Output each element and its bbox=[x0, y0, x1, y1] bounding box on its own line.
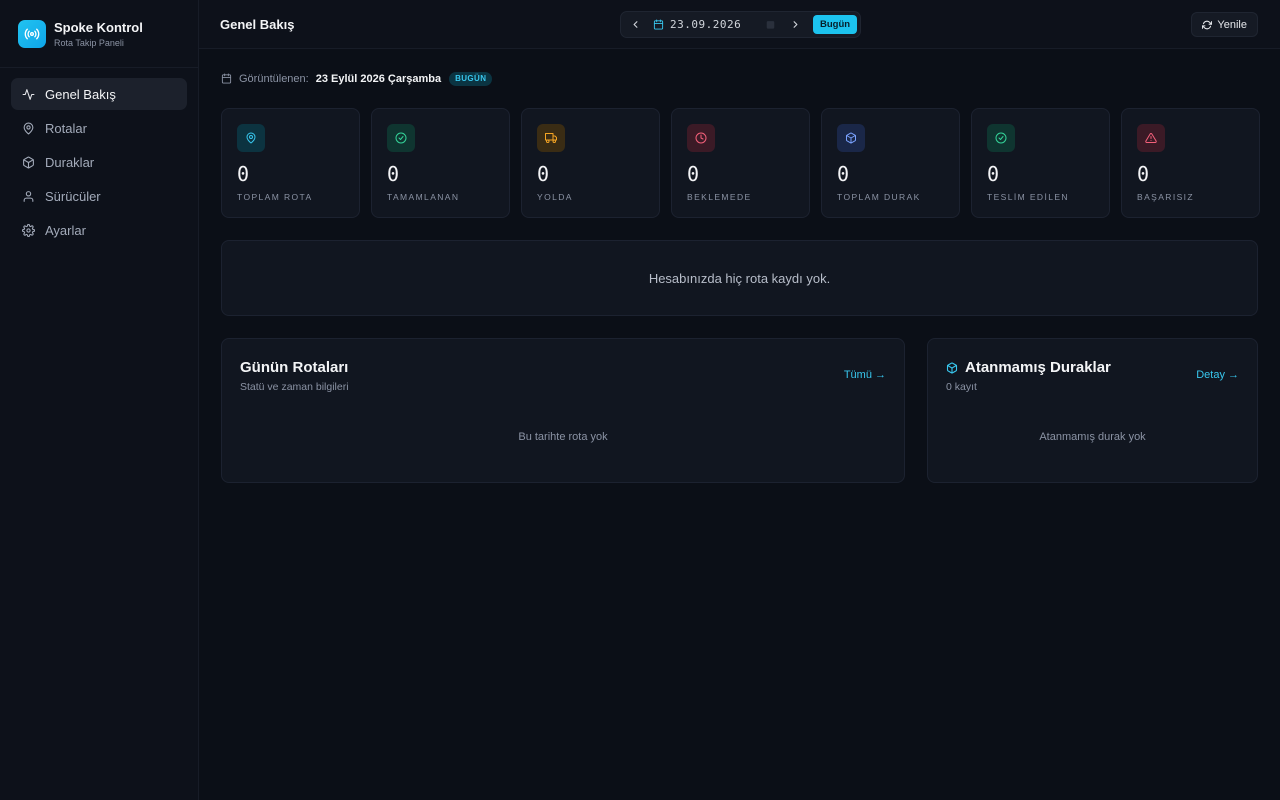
stat-label: BEKLEMEDE bbox=[687, 192, 752, 202]
stat-card-tamamlanan: 0 TAMAMLANAN bbox=[371, 108, 510, 218]
sidebar-item-genel-bakis[interactable]: Genel Bakış bbox=[11, 78, 187, 110]
panel-subtitle: 0 kayıt bbox=[946, 381, 977, 393]
empty-state-text: Atanmamış durak yok bbox=[1039, 431, 1146, 443]
panel-title: Atanmamış Duraklar bbox=[946, 359, 1111, 376]
stat-label: BAŞARISIZ bbox=[1137, 192, 1195, 202]
brand-name: Spoke Kontrol bbox=[54, 19, 143, 35]
sidebar-item-label: Genel Bakış bbox=[45, 86, 116, 102]
truck-icon bbox=[537, 124, 565, 152]
package-icon bbox=[837, 124, 865, 152]
stat-label: TOPLAM DURAK bbox=[837, 192, 921, 202]
stat-label: YOLDA bbox=[537, 192, 573, 202]
page-title: Genel Bakış bbox=[220, 16, 295, 32]
empty-state-banner: Hesabınızda hiç rota kaydı yok. bbox=[221, 240, 1258, 316]
check-circle-icon bbox=[387, 124, 415, 152]
brand-subtitle: Rota Takip Paneli bbox=[54, 37, 124, 48]
stat-card-toplam-rota: 0 TOPLAM ROTA bbox=[221, 108, 360, 218]
chevron-left-icon bbox=[633, 21, 637, 28]
stat-value: 0 bbox=[687, 162, 700, 186]
brand: Spoke Kontrol Rota Takip Paneli bbox=[0, 0, 198, 68]
stat-value: 0 bbox=[1137, 162, 1150, 186]
today-button[interactable]: Bugün bbox=[813, 15, 858, 34]
stats-row: 0 TOPLAM ROTA 0 TAMAMLANAN 0 YOLDA 0 BEK… bbox=[221, 108, 1260, 218]
viewing-date: 23 Eylül 2026 Çarşamba bbox=[315, 72, 442, 85]
package-icon bbox=[946, 361, 958, 374]
todays-routes-panel: Günün Rotaları Statü ve zaman bilgileri … bbox=[221, 338, 905, 483]
check-circle-icon bbox=[987, 124, 1015, 152]
broadcast-icon bbox=[18, 19, 46, 48]
user-icon bbox=[23, 190, 34, 202]
sidebar-item-duraklar[interactable]: Duraklar bbox=[11, 146, 187, 178]
stat-value: 0 bbox=[387, 162, 400, 186]
sidebar-item-label: Ayarlar bbox=[45, 222, 86, 238]
viewing-label: Görüntülenen: bbox=[239, 72, 309, 85]
sidebar-item-label: Duraklar bbox=[45, 154, 95, 170]
alert-triangle-icon bbox=[1137, 124, 1165, 152]
stat-label: TOPLAM ROTA bbox=[237, 192, 313, 202]
sidebar-item-rotalar[interactable]: Rotalar bbox=[11, 112, 187, 144]
stat-label: TESLİM EDİLEN bbox=[987, 192, 1069, 202]
sidebar-item-label: Sürücüler bbox=[45, 188, 101, 204]
today-badge: BUGÜN bbox=[449, 71, 493, 86]
panel-title-text: Atanmamış Duraklar bbox=[965, 359, 1111, 376]
stat-value: 0 bbox=[837, 162, 850, 186]
sidebar-nav: Genel Bakış Rotalar Duraklar Sürücüler A… bbox=[0, 68, 198, 258]
refresh-label: Yenile bbox=[1217, 18, 1247, 31]
chevron-right-icon bbox=[793, 21, 797, 28]
empty-state-text: Bu tarihte rota yok bbox=[518, 431, 608, 443]
stat-value: 0 bbox=[237, 162, 250, 186]
panel-title-text: Günün Rotaları bbox=[240, 359, 349, 376]
date-value: 23.09.2026 bbox=[670, 18, 742, 31]
topbar: Genel Bakış 23.09.2026 Bugün Yenile bbox=[199, 0, 1280, 49]
viewing-date-row: Görüntülenen: 23 Eylül 2026 Çarşamba BUG… bbox=[221, 70, 493, 87]
sidebar-item-label: Rotalar bbox=[45, 120, 87, 136]
stat-label: TAMAMLANAN bbox=[387, 192, 460, 202]
sidebar-item-ayarlar[interactable]: Ayarlar bbox=[11, 214, 187, 246]
activity-icon bbox=[22, 88, 35, 100]
stat-card-basarisiz: 0 BAŞARISIZ bbox=[1121, 108, 1260, 218]
stat-card-yolda: 0 YOLDA bbox=[521, 108, 660, 218]
date-navigator: 23.09.2026 Bugün bbox=[620, 11, 861, 38]
map-pin-icon bbox=[237, 124, 265, 152]
stat-card-toplam-durak: 0 TOPLAM DURAK bbox=[821, 108, 960, 218]
refresh-button[interactable]: Yenile bbox=[1191, 12, 1258, 37]
gear-icon bbox=[22, 223, 35, 237]
panel-title: Günün Rotaları bbox=[240, 359, 348, 376]
prev-day-button[interactable] bbox=[621, 12, 649, 37]
stat-card-beklemede: 0 BEKLEMEDE bbox=[671, 108, 810, 218]
panel-subtitle: Statü ve zaman bilgileri bbox=[240, 381, 349, 393]
date-picker-icon[interactable] bbox=[766, 20, 775, 29]
package-icon bbox=[23, 156, 34, 168]
next-day-button[interactable] bbox=[781, 12, 809, 37]
map-pin-icon bbox=[23, 122, 34, 134]
sidebar: Spoke Kontrol Rota Takip Paneli Genel Ba… bbox=[0, 0, 199, 800]
details-link[interactable]: Detay → bbox=[1196, 369, 1239, 381]
stat-card-teslim-edilen: 0 TESLİM EDİLEN bbox=[971, 108, 1110, 218]
unassigned-stops-panel: Atanmamış Duraklar 0 kayıt Detay → Atanm… bbox=[927, 338, 1258, 483]
calendar-icon bbox=[221, 73, 232, 84]
date-input[interactable]: 23.09.2026 bbox=[653, 18, 781, 31]
refresh-icon bbox=[1202, 20, 1213, 29]
clock-icon bbox=[687, 124, 715, 152]
sidebar-item-suruculer[interactable]: Sürücüler bbox=[11, 180, 187, 212]
view-all-link[interactable]: Tümü → bbox=[844, 369, 886, 381]
stat-value: 0 bbox=[537, 162, 550, 186]
calendar-icon bbox=[653, 19, 664, 30]
stat-value: 0 bbox=[987, 162, 1000, 186]
